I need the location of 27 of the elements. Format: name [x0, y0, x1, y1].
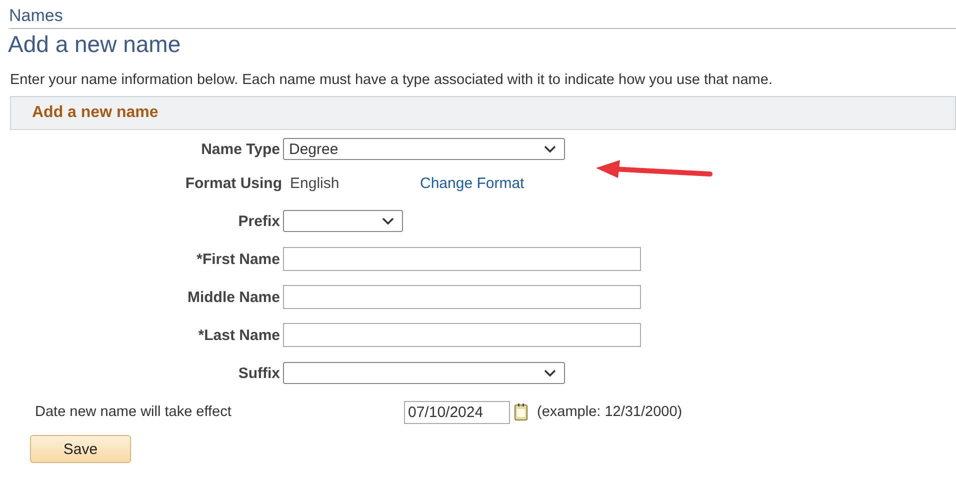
field-label: *First Name — [196, 250, 281, 268]
dropdown-field[interactable]: Degree — [283, 138, 565, 160]
chevron-down-icon — [544, 145, 556, 153]
dropdown-field[interactable] — [283, 210, 403, 232]
field-label: Suffix — [237, 364, 281, 382]
field-label: Prefix — [237, 212, 281, 230]
chevron-down-icon — [544, 369, 556, 377]
field-label: Date new name will take effect — [35, 404, 232, 420]
page-title: Add a new name — [8, 31, 182, 58]
instructions-text: Enter your name information below. Each name must have a type associated with it to indicate how you use that name. — [10, 72, 774, 88]
change-format-link[interactable]: Change Format — [420, 174, 524, 192]
section-title: Add a new name — [32, 104, 158, 122]
input-field[interactable] — [283, 247, 641, 271]
input-field[interactable] — [283, 323, 641, 347]
field-label: Middle Name — [186, 288, 281, 306]
save-button[interactable]: Save — [30, 435, 131, 463]
date-field[interactable]: 07/10/2024 — [404, 400, 510, 424]
date-format-hint: (example: 12/31/2000) — [537, 404, 682, 420]
field-label: Name Type — [200, 140, 281, 158]
field-label: Format Using — [184, 174, 283, 192]
dropdown-field[interactable] — [283, 362, 565, 384]
input-field[interactable] — [283, 285, 641, 309]
chevron-down-icon — [382, 217, 394, 225]
field-value: English — [290, 174, 340, 192]
breadcrumb: Names — [9, 6, 956, 29]
field-label: *Last Name — [197, 326, 281, 344]
calendar-icon[interactable] — [514, 403, 528, 421]
